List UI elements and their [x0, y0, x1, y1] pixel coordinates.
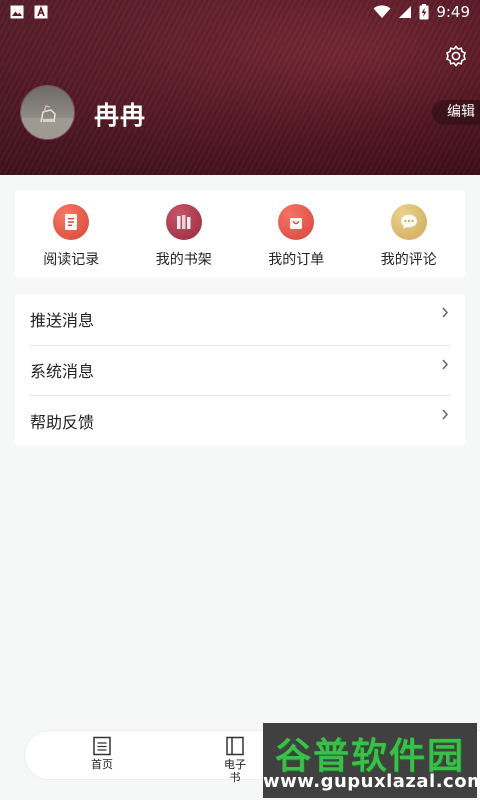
menu-item-label: 推送消息 — [30, 311, 95, 331]
avatar-photo — [21, 86, 74, 139]
book-icon — [226, 736, 244, 756]
avatar[interactable] — [20, 85, 75, 140]
chevron-right-icon — [442, 409, 449, 420]
menu-item-label: 系统消息 — [30, 362, 95, 382]
wifi-icon — [373, 5, 391, 18]
edit-profile-button[interactable]: 编辑 — [432, 100, 480, 125]
quick-action-label: 我的订单 — [268, 252, 325, 268]
reading-history-icon — [53, 204, 90, 240]
quick-actions-card: 阅读记录 我的书架 我的订单 我的评论 — [15, 190, 465, 278]
menu-list: 推送消息 系统消息 帮助反馈 — [15, 294, 465, 446]
nav-label: 电子书 — [224, 758, 246, 784]
quick-action-label: 阅读记录 — [43, 252, 100, 268]
gallery-icon — [10, 5, 24, 19]
status-bar: 9:49 — [0, 0, 480, 24]
bookshelf-icon — [165, 204, 202, 240]
menu-item-system-messages[interactable]: 系统消息 — [30, 344, 450, 396]
profile-header: 9:49 冉冉 编辑 — [0, 0, 480, 175]
nav-home[interactable]: 首页 — [72, 736, 132, 771]
text-app-icon — [34, 5, 48, 19]
quick-action-label: 我的书架 — [155, 252, 212, 268]
chevron-right-icon — [442, 359, 449, 370]
reading-history-button[interactable]: 阅读记录 — [15, 190, 128, 278]
menu-item-help-feedback[interactable]: 帮助反馈 — [30, 395, 450, 446]
clock-time: 9:49 — [436, 3, 470, 21]
quick-action-label: 我的评论 — [380, 252, 437, 268]
bookshelf-button[interactable]: 我的书架 — [128, 190, 241, 278]
site-watermark: 谷普软件园 www.gupuxlazal.com — [263, 723, 480, 798]
settings-button[interactable] — [444, 44, 468, 68]
home-page-icon — [93, 736, 111, 756]
comments-button[interactable]: 我的评论 — [353, 190, 466, 278]
gear-icon — [446, 45, 466, 67]
shopping-bag-icon — [278, 204, 315, 240]
nav-label: 首页 — [91, 758, 113, 771]
chat-bubble-icon — [390, 204, 427, 240]
chevron-right-icon — [442, 307, 449, 318]
menu-item-push-messages[interactable]: 推送消息 — [30, 294, 450, 345]
watermark-url: www.gupuxlazal.com — [263, 771, 480, 792]
menu-item-label: 帮助反馈 — [30, 412, 95, 432]
battery-charging-icon — [419, 4, 429, 20]
nav-ebook[interactable]: 电子书 — [205, 736, 265, 784]
orders-button[interactable]: 我的订单 — [240, 190, 353, 278]
username: 冉冉 — [94, 101, 147, 130]
signal-icon — [399, 6, 412, 18]
